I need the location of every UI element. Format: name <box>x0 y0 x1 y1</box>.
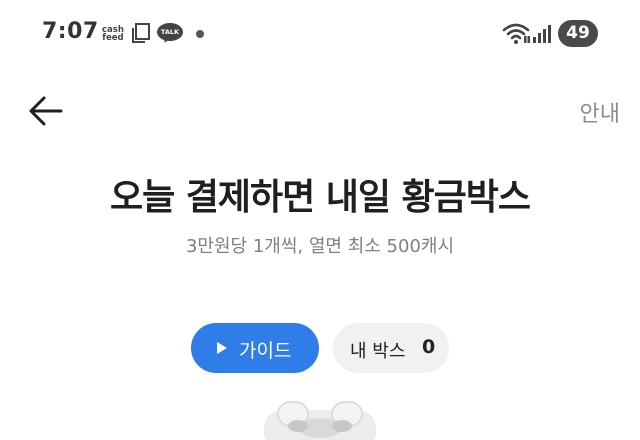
play-icon <box>217 342 227 354</box>
cashfeed-icon: cash feed <box>102 25 124 43</box>
status-bar: 7:07 cash feed TALK 49 <box>0 0 640 68</box>
page-title: 오늘 결제하면 내일 황금박스 <box>109 177 531 218</box>
my-box-label: 내 박스 <box>350 341 406 362</box>
notification-dot-icon <box>196 30 204 38</box>
arrow-left-icon <box>29 96 63 126</box>
wifi-icon <box>502 23 530 44</box>
guide-button[interactable]: 가이드 <box>191 323 319 373</box>
my-box-count: 0 <box>422 336 436 358</box>
kakaotalk-icon: TALK <box>157 23 183 45</box>
status-time: 7:07 <box>42 19 99 44</box>
signal-icon <box>533 25 551 43</box>
page-subtitle: 3만원당 1개씩, 열면 최소 500캐시 <box>185 236 455 257</box>
info-link[interactable]: 안내 <box>580 96 620 128</box>
my-box-button[interactable]: 내 박스 0 <box>333 323 449 373</box>
back-button[interactable] <box>28 94 64 128</box>
gold-box-illustration <box>264 401 376 440</box>
battery-indicator: 49 <box>558 20 598 47</box>
copy-icon <box>132 23 150 43</box>
guide-button-label: 가이드 <box>239 340 292 362</box>
